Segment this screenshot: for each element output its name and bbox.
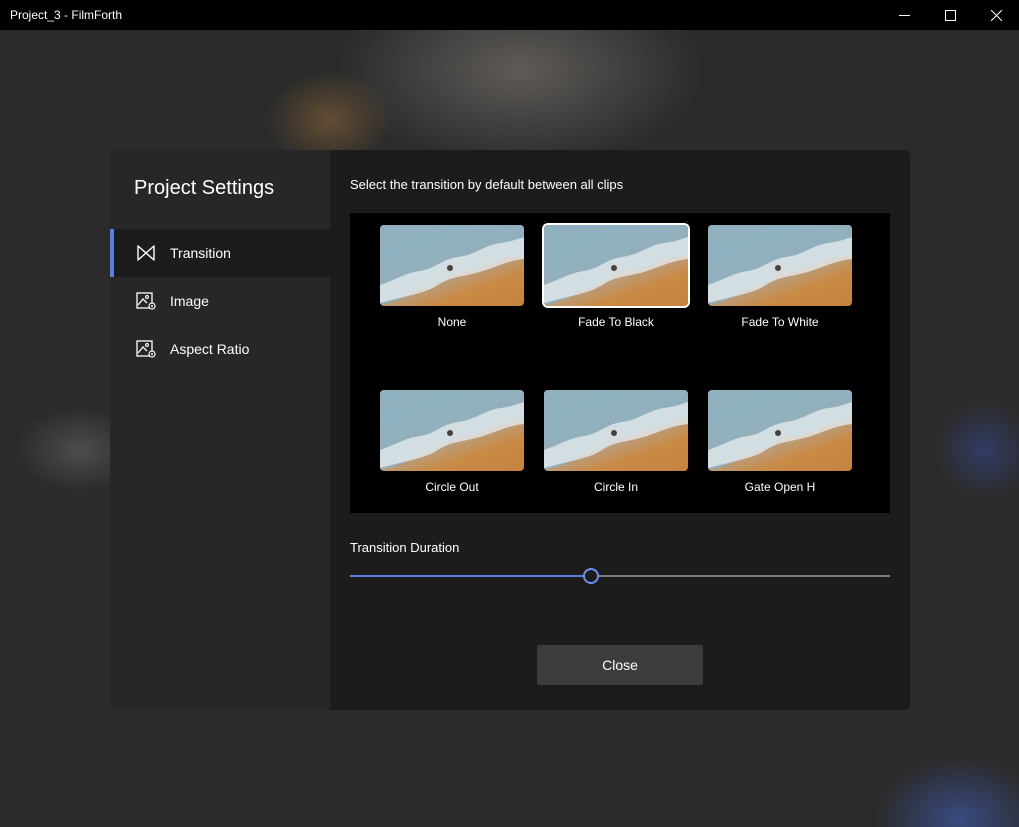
wave-foam-graphic bbox=[380, 390, 524, 471]
transition-thumbnail bbox=[380, 225, 524, 306]
close-icon bbox=[991, 10, 1002, 21]
image-settings-icon bbox=[136, 292, 156, 310]
aspect-ratio-icon bbox=[136, 340, 156, 358]
transition-thumbnail bbox=[544, 390, 688, 471]
minimize-button[interactable] bbox=[881, 0, 927, 30]
maximize-button[interactable] bbox=[927, 0, 973, 30]
transition-label: None bbox=[380, 315, 524, 329]
window-controls bbox=[881, 0, 1019, 30]
close-window-button[interactable] bbox=[973, 0, 1019, 30]
transition-tile-none[interactable]: None bbox=[380, 225, 524, 329]
transition-tile-gate-open-h[interactable]: Gate Open H bbox=[708, 390, 852, 494]
transition-tile-circle-in[interactable]: Circle In bbox=[544, 390, 688, 494]
sidebar-item-image[interactable]: Image bbox=[110, 277, 330, 325]
wave-foam-graphic bbox=[380, 225, 524, 306]
transition-label: Circle Out bbox=[380, 480, 524, 494]
slider-fill bbox=[350, 575, 591, 577]
wave-foam-graphic bbox=[708, 390, 852, 471]
transition-label: Gate Open H bbox=[708, 480, 852, 494]
transition-thumbnail bbox=[708, 390, 852, 471]
window-title: Project_3 - FilmForth bbox=[0, 8, 122, 22]
transition-tile-fade-to-black[interactable]: Fade To Black bbox=[544, 225, 688, 329]
wave-foam-graphic bbox=[544, 390, 688, 471]
minimize-icon bbox=[899, 10, 910, 21]
transition-label: Circle In bbox=[544, 480, 688, 494]
transition-label: Fade To Black bbox=[544, 315, 688, 329]
transition-label: Fade To White bbox=[708, 315, 852, 329]
maximize-icon bbox=[945, 10, 956, 21]
sidebar-item-transition[interactable]: Transition bbox=[110, 229, 330, 277]
transition-duration-label: Transition Duration bbox=[350, 540, 459, 555]
transition-icon bbox=[136, 244, 156, 262]
settings-sidebar: Project Settings Transition Image bbox=[110, 150, 330, 710]
transition-thumbnail bbox=[708, 225, 852, 306]
transition-tile-circle-out[interactable]: Circle Out bbox=[380, 390, 524, 494]
sidebar-item-label: Transition bbox=[170, 245, 231, 261]
dialog-title: Project Settings bbox=[134, 177, 274, 200]
wave-foam-graphic bbox=[708, 225, 852, 306]
title-bar: Project_3 - FilmForth bbox=[0, 0, 1019, 30]
project-settings-dialog: Project Settings Transition Image bbox=[110, 150, 910, 710]
transition-instruction: Select the transition by default between… bbox=[350, 177, 623, 192]
close-button[interactable]: Close bbox=[537, 645, 703, 685]
slider-thumb[interactable] bbox=[583, 568, 599, 584]
sidebar-item-label: Aspect Ratio bbox=[170, 341, 249, 357]
settings-content: Select the transition by default between… bbox=[330, 150, 910, 710]
transition-duration-slider[interactable] bbox=[350, 565, 890, 585]
sidebar-item-aspect-ratio[interactable]: Aspect Ratio bbox=[110, 325, 330, 373]
transition-grid: None Fade To Black Fade To White Circle … bbox=[350, 213, 890, 513]
wave-foam-graphic bbox=[544, 225, 688, 306]
sidebar-item-label: Image bbox=[170, 293, 209, 309]
transition-tile-fade-to-white[interactable]: Fade To White bbox=[708, 225, 852, 329]
transition-thumbnail bbox=[544, 225, 688, 306]
transition-thumbnail bbox=[380, 390, 524, 471]
